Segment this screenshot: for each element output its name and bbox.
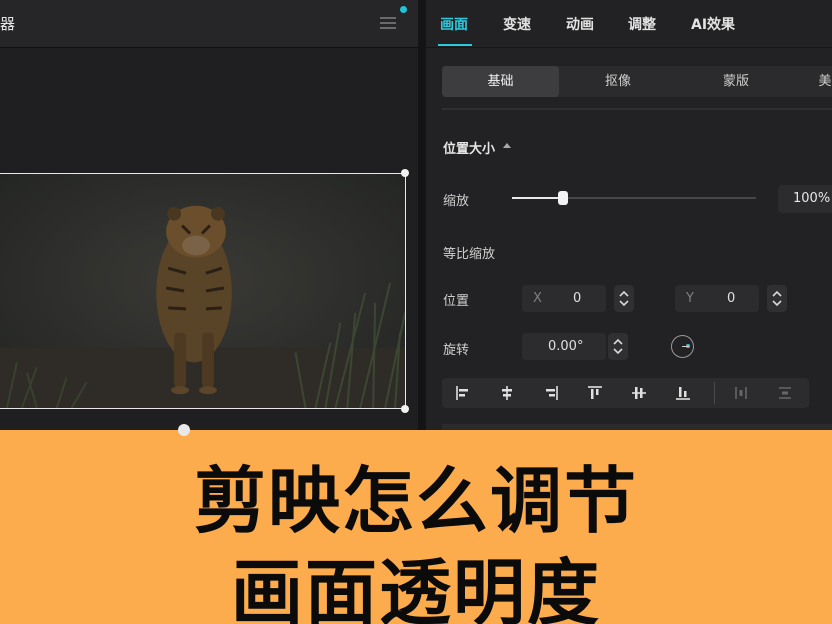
align-left-icon[interactable] — [448, 378, 478, 408]
scale-label: 缩放 — [443, 194, 470, 209]
inspector-panel: 画面 变速 动画 调整 AI效果 基础 抠像 蒙版 美 位置大小 缩放 100%… — [426, 0, 832, 430]
uniform-scale-label: 等比缩放 — [443, 247, 496, 262]
rotation-value: 0.00° — [548, 339, 584, 354]
subtab-cutout[interactable]: 抠像 — [559, 66, 677, 97]
x-axis-label: X — [533, 291, 542, 306]
menu-icon[interactable] — [380, 14, 398, 32]
align-center-v-icon[interactable] — [624, 378, 654, 408]
position-label: 位置 — [443, 294, 470, 309]
video-frame-image — [0, 174, 405, 408]
caret-up-icon[interactable] — [503, 143, 511, 148]
subtab-bar: 基础 抠像 蒙版 美 — [442, 66, 832, 97]
align-bottom-icon[interactable] — [668, 378, 698, 408]
caption-line-2: 画面透明度 — [230, 551, 601, 624]
position-x-stepper[interactable] — [614, 285, 634, 312]
subtab-beauty[interactable]: 美 — [795, 66, 832, 97]
position-y-field[interactable]: Y 0 — [675, 285, 759, 312]
distribute-v-icon[interactable] — [770, 378, 800, 408]
align-top-icon[interactable] — [580, 378, 610, 408]
tab-adjust[interactable]: 调整 — [628, 14, 656, 34]
position-y-stepper[interactable] — [767, 285, 787, 312]
inspector-tabs: 画面 变速 动画 调整 AI效果 — [426, 0, 832, 48]
position-x-value: 0 — [573, 291, 582, 306]
panel-divider[interactable] — [418, 0, 426, 430]
position-y-value: 0 — [727, 291, 736, 306]
tab-speed[interactable]: 变速 — [503, 14, 531, 34]
caption-banner: 剪映怎么调节 画面透明度 — [0, 430, 832, 624]
align-separator — [714, 382, 715, 404]
resize-handle-bottom-right[interactable] — [401, 405, 409, 413]
rotation-field[interactable]: 0.00° — [522, 333, 606, 360]
section-title-position-size[interactable]: 位置大小 — [443, 138, 495, 157]
align-center-h-icon[interactable] — [492, 378, 522, 408]
tab-ai-effects[interactable]: AI效果 — [691, 14, 735, 34]
scale-slider-track[interactable] — [512, 197, 756, 199]
player-panel: 器 — [0, 0, 418, 430]
position-x-field[interactable]: X 0 — [522, 285, 606, 312]
scale-slider-thumb[interactable] — [558, 191, 569, 205]
scale-slider-fill — [512, 197, 564, 199]
rotation-dial-icon[interactable] — [671, 335, 694, 358]
caption-line-1: 剪映怎么调节 — [193, 459, 638, 543]
scale-value-field[interactable]: 100% — [778, 185, 832, 213]
video-preview[interactable] — [0, 173, 406, 409]
notification-dot — [400, 6, 407, 13]
subtab-basic[interactable]: 基础 — [442, 66, 559, 97]
active-tab-indicator — [438, 44, 472, 46]
subtab-mask[interactable]: 蒙版 — [677, 66, 795, 97]
rotation-stepper[interactable] — [608, 333, 628, 360]
rotation-label: 旋转 — [443, 343, 470, 358]
y-axis-label: Y — [686, 291, 694, 306]
section-divider — [442, 108, 832, 110]
timeline-scrub-handle[interactable] — [178, 424, 190, 436]
tab-animation[interactable]: 动画 — [566, 14, 594, 34]
align-right-icon[interactable] — [536, 378, 566, 408]
player-header: 器 — [0, 0, 418, 48]
resize-handle-top-right[interactable] — [401, 169, 409, 177]
distribute-h-icon[interactable] — [726, 378, 756, 408]
align-toolbar — [442, 378, 809, 408]
player-title: 器 — [0, 15, 16, 33]
tab-canvas[interactable]: 画面 — [440, 14, 468, 34]
